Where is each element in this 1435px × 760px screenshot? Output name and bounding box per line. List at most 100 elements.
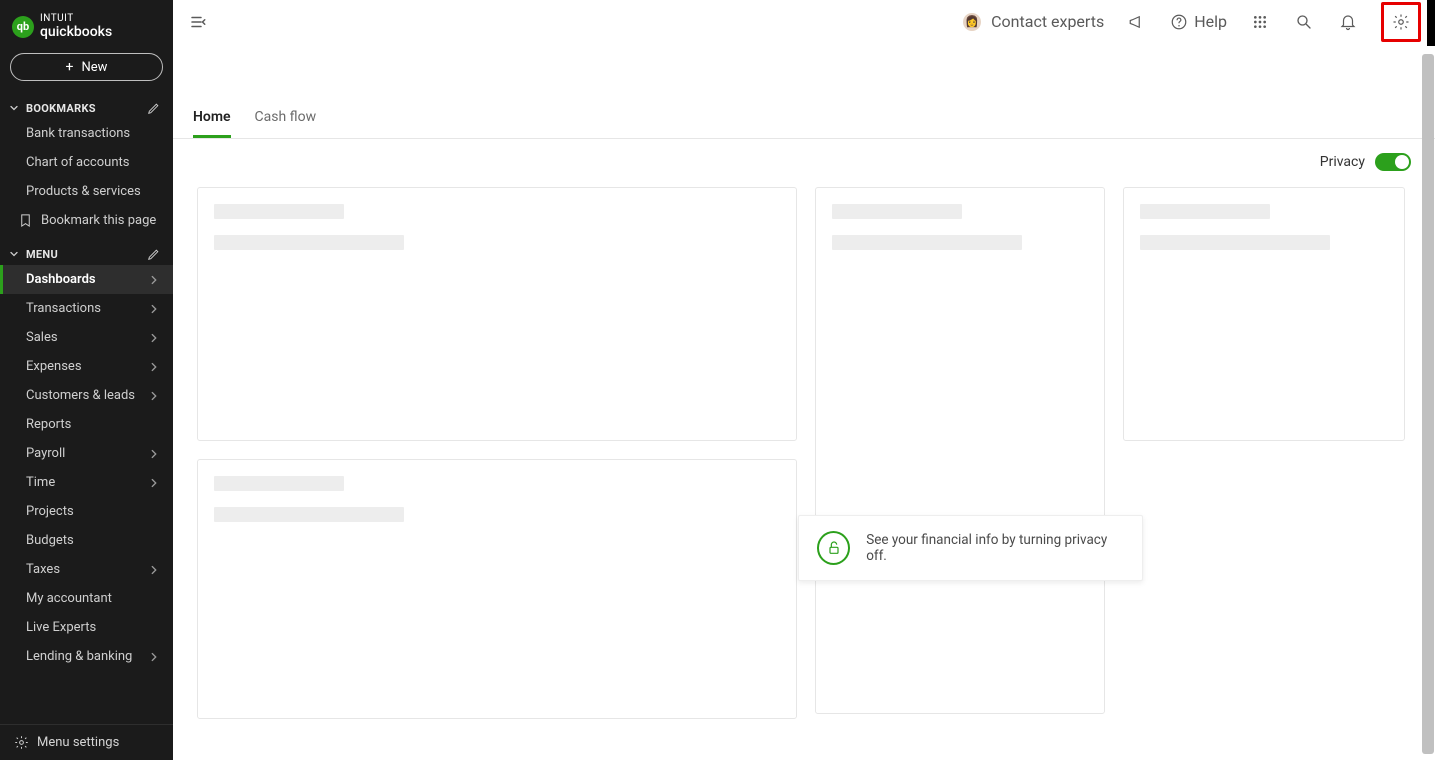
contact-experts[interactable]: 👩 Contact experts <box>963 12 1104 31</box>
chevron-down-icon <box>8 248 20 260</box>
sidebar-item-reports[interactable]: Reports <box>0 410 173 439</box>
sidebar-item-label: Products & services <box>26 184 141 199</box>
sidebar-item-sales[interactable]: Sales <box>0 323 173 352</box>
sidebar-item-budgets[interactable]: Budgets <box>0 526 173 555</box>
privacy-toggle[interactable] <box>1375 153 1411 171</box>
sidebar-item-label: Live Experts <box>26 620 96 635</box>
skeleton-line <box>214 235 404 250</box>
brand-product: quickbooks <box>40 25 112 40</box>
privacy-tip-text: See your financial info by turning priva… <box>866 532 1124 564</box>
chevron-right-icon <box>147 650 161 664</box>
skeleton-line <box>1140 235 1330 250</box>
sidebar-item-label: Projects <box>26 504 74 519</box>
help-circle-icon <box>1170 13 1188 31</box>
tabs: Home Cash flow <box>173 49 1435 139</box>
megaphone-icon[interactable] <box>1126 11 1148 33</box>
chevron-right-icon <box>147 331 161 345</box>
sidebar-item-label: My accountant <box>26 591 112 606</box>
help-button[interactable]: Help <box>1170 12 1227 31</box>
skeleton-line <box>1140 204 1270 219</box>
sidebar-item-label: Expenses <box>26 359 82 374</box>
menu-settings-label: Menu settings <box>37 735 119 750</box>
gear-icon <box>14 735 29 750</box>
sidebar-item-label: Payroll <box>26 446 65 461</box>
sidebar-item-label: Lending & banking <box>26 649 132 664</box>
chevron-right-icon <box>147 389 161 403</box>
chevron-right-icon <box>147 476 161 490</box>
sidebar-item-label: Bank transactions <box>26 126 130 141</box>
privacy-row: Privacy <box>173 139 1435 171</box>
expert-avatar-icon: 👩 <box>963 13 981 31</box>
window-edge <box>1427 0 1435 46</box>
privacy-tip: See your financial info by turning priva… <box>798 515 1143 581</box>
bookmarks-label: BOOKMARKS <box>26 102 96 115</box>
plus-icon: + <box>66 60 74 74</box>
brand-intuit: INTUIT <box>40 14 112 25</box>
apps-grid-icon[interactable] <box>1249 11 1271 33</box>
gear-icon[interactable] <box>1390 11 1412 33</box>
bell-icon[interactable] <box>1337 11 1359 33</box>
sidebar-item-label: Time <box>26 475 55 490</box>
sidebar-item-customers-leads[interactable]: Customers & leads <box>0 381 173 410</box>
menu-items: Dashboards Transactions Sales Expenses Custo… <box>0 265 173 671</box>
tab-home[interactable]: Home <box>193 109 231 138</box>
dashboard-card <box>197 187 797 441</box>
chevron-right-icon <box>147 302 161 316</box>
search-icon[interactable] <box>1293 11 1315 33</box>
privacy-label: Privacy <box>1320 154 1365 170</box>
dashboard-card <box>815 187 1105 714</box>
topbar: 👩 Contact experts Help <box>173 0 1435 43</box>
pencil-icon[interactable] <box>147 247 161 261</box>
skeleton-line <box>214 476 344 491</box>
sidebar-item-label: Reports <box>26 417 71 432</box>
new-button-label: New <box>82 60 108 75</box>
sidebar-item-taxes[interactable]: Taxes <box>0 555 173 584</box>
skeleton-line <box>214 507 404 522</box>
sidebar-item-payroll[interactable]: Payroll <box>0 439 173 468</box>
sidebar-item-dashboards[interactable]: Dashboards <box>0 265 173 294</box>
bookmarks-header[interactable]: BOOKMARKS <box>0 97 173 119</box>
sidebar: qb INTUIT quickbooks + New BOOKMARKS Ban… <box>0 0 173 760</box>
sidebar-item-label: Dashboards <box>26 272 96 287</box>
contact-experts-label: Contact experts <box>991 12 1104 31</box>
brand-text: INTUIT quickbooks <box>40 14 112 39</box>
skeleton-line <box>832 235 1022 250</box>
sidebar-item-time[interactable]: Time <box>0 468 173 497</box>
sidebar-item-products-services[interactable]: Products & services <box>0 177 173 206</box>
menu-settings[interactable]: Menu settings <box>0 724 173 760</box>
lock-icon <box>817 531 850 565</box>
sidebar-item-my-accountant[interactable]: My accountant <box>0 584 173 613</box>
sidebar-item-label: Sales <box>26 330 58 345</box>
menu-header[interactable]: MENU <box>0 243 173 265</box>
skeleton-line <box>832 204 962 219</box>
skeleton-line <box>214 204 344 219</box>
sidebar-item-bank-transactions[interactable]: Bank transactions <box>0 119 173 148</box>
chevron-down-icon <box>8 102 20 114</box>
sidebar-item-projects[interactable]: Projects <box>0 497 173 526</box>
sidebar-item-label: Customers & leads <box>26 388 135 403</box>
bookmark-icon <box>18 213 33 228</box>
chevron-right-icon <box>147 273 161 287</box>
sidebar-item-live-experts[interactable]: Live Experts <box>0 613 173 642</box>
dashboard-card <box>1123 187 1405 441</box>
chevron-right-icon <box>147 447 161 461</box>
cards-area <box>173 171 1435 735</box>
sidebar-item-transactions[interactable]: Transactions <box>0 294 173 323</box>
sidebar-item-lending-banking[interactable]: Lending & banking <box>0 642 173 671</box>
settings-highlight <box>1381 2 1421 42</box>
main: 👩 Contact experts Help <box>173 0 1435 760</box>
scrollbar[interactable] <box>1422 54 1434 754</box>
chevron-right-icon <box>147 563 161 577</box>
sidebar-item-label: Transactions <box>26 301 101 316</box>
pencil-icon[interactable] <box>147 101 161 115</box>
collapse-sidebar-icon[interactable] <box>187 11 209 33</box>
sidebar-item-label: Chart of accounts <box>26 155 129 170</box>
tab-cash-flow[interactable]: Cash flow <box>255 109 317 138</box>
dashboard-card <box>197 459 797 719</box>
new-button[interactable]: + New <box>10 53 163 81</box>
bookmark-this-label: Bookmark this page <box>41 213 156 228</box>
sidebar-item-expenses[interactable]: Expenses <box>0 352 173 381</box>
sidebar-item-chart-of-accounts[interactable]: Chart of accounts <box>0 148 173 177</box>
bookmark-this-page[interactable]: Bookmark this page <box>0 206 173 235</box>
qb-logo-icon: qb <box>12 16 34 38</box>
